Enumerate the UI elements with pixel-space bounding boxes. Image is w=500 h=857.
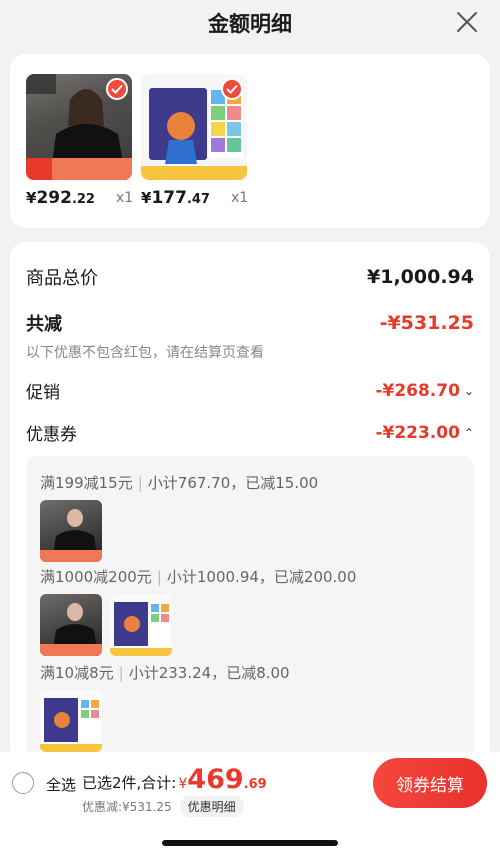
- coupon-rule: 满1000减200元 | 小计1000.94，已减200.00: [40, 568, 357, 586]
- discount-note: 以下优惠不包含红包，请在结算页查看: [26, 345, 264, 361]
- total-amount: 469: [187, 764, 244, 795]
- product-qty: x1: [116, 190, 134, 206]
- order-summary: 已选2件,合计: ¥469.69: [82, 764, 267, 795]
- total-reduce-value: -¥531.25: [379, 312, 474, 334]
- coupon-rule: 满199减15元 | 小计767.70，已减15.00: [40, 474, 319, 492]
- close-icon[interactable]: [454, 9, 480, 35]
- product-image: [141, 74, 247, 180]
- promo-value: -¥268.70: [375, 380, 460, 401]
- home-indicator: [162, 840, 338, 846]
- coupon-rule: 满10减8元 | 小计233.24，已减8.00: [40, 664, 290, 682]
- product-thumbnail: [110, 594, 172, 656]
- product-price: ¥292.22: [26, 188, 95, 208]
- promo-label: 促销: [26, 383, 60, 403]
- coupon-row[interactable]: 优惠券 -¥223.00 ⌃: [26, 420, 474, 446]
- select-all-radio[interactable]: [12, 772, 34, 794]
- total-price-row: 商品总价 ¥1,000.94: [26, 264, 474, 290]
- page-title: 金额明细: [208, 12, 292, 36]
- total-reduce-label: 共减: [26, 314, 62, 335]
- product-card: ¥292.22 x1 ¥177.47 x1: [10, 54, 490, 228]
- product-price: ¥177.47: [141, 188, 210, 208]
- coupon-label: 优惠券: [26, 425, 77, 445]
- product-thumbnail: [40, 594, 102, 656]
- checkout-button[interactable]: 领券结算: [373, 758, 487, 808]
- promo-row[interactable]: 促销 -¥268.70 ⌄: [26, 378, 474, 404]
- product-qty: x1: [231, 190, 249, 206]
- product-thumbnail: [40, 690, 102, 752]
- check-icon: [221, 78, 243, 100]
- coupon-detail-panel: 满199减15元 | 小计767.70，已减15.00 满1000减200元 | 小计1…: [26, 456, 474, 762]
- coupon-value: -¥223.00: [375, 422, 460, 443]
- product-thumbnail: [40, 500, 102, 562]
- chevron-up-icon[interactable]: ⌃: [464, 426, 474, 440]
- check-icon: [106, 78, 128, 100]
- amount-breakdown-card: 商品总价 ¥1,000.94 共减 -¥531.25 以下优惠不包含红包，请在结…: [10, 242, 490, 762]
- checkout-bar: 全选 已选2件,合计: ¥469.69 优惠减:¥531.25 优惠明细 领券结…: [0, 752, 500, 857]
- total-price-value: ¥1,000.94: [367, 266, 474, 288]
- select-all-label[interactable]: 全选: [46, 774, 76, 795]
- selected-count: 已选2件,合计:: [82, 774, 177, 792]
- chevron-down-icon[interactable]: ⌄: [464, 384, 474, 398]
- total-price-label: 商品总价: [26, 268, 98, 289]
- product-image: [26, 74, 132, 180]
- discount-summary: 优惠减:¥531.25 优惠明细: [82, 796, 244, 817]
- total-reduce-row: 共减 -¥531.25: [26, 310, 474, 336]
- discount-detail-link[interactable]: 优惠明细: [179, 796, 244, 817]
- header: 金额明细: [0, 0, 500, 46]
